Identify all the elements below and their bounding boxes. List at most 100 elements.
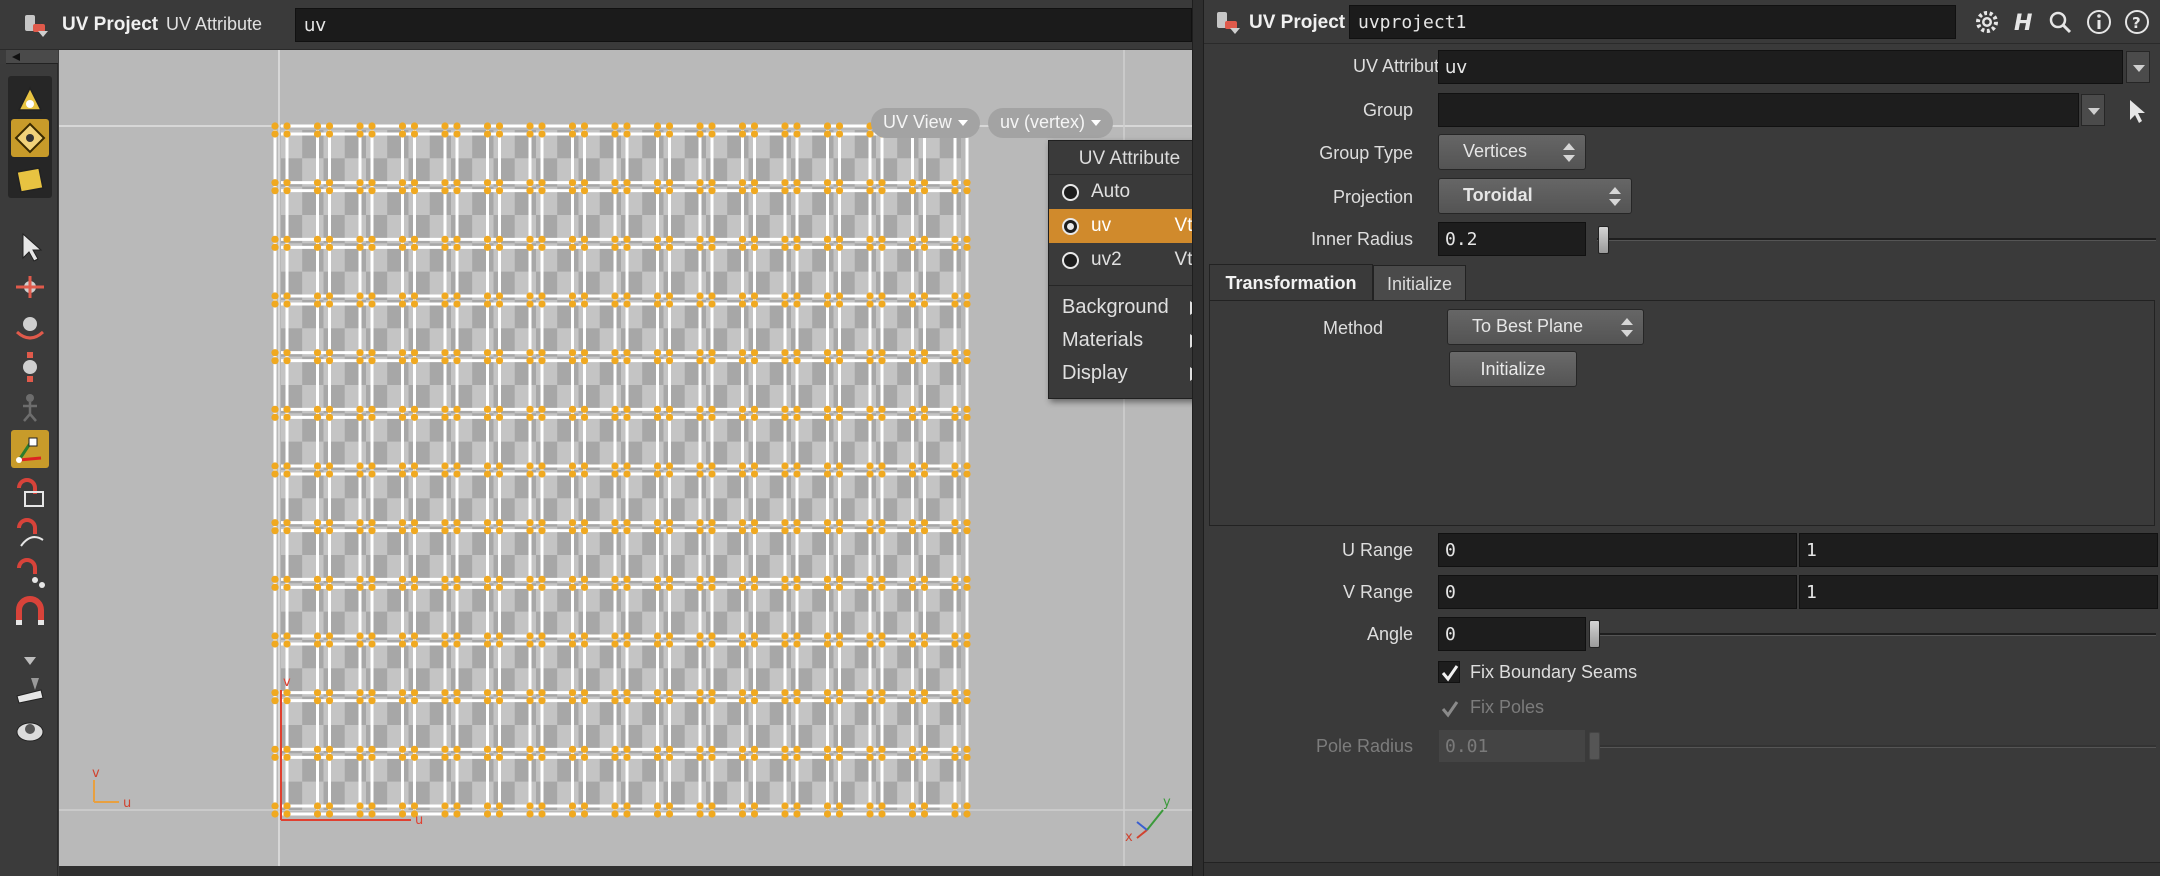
uv-point bbox=[611, 697, 619, 705]
uv-point bbox=[356, 413, 364, 421]
inner-radius-slider-track[interactable] bbox=[1597, 238, 2156, 241]
method-menu[interactable]: To Best Plane bbox=[1447, 309, 1644, 345]
u-range-max-field[interactable]: 1 bbox=[1799, 533, 2158, 567]
uv-point bbox=[356, 583, 364, 591]
submenu-materials[interactable]: Materials bbox=[1049, 323, 1192, 356]
uv-point bbox=[781, 179, 789, 187]
uv-attribute-dropdown[interactable] bbox=[2126, 51, 2150, 83]
help-icon[interactable]: ? bbox=[2123, 8, 2151, 36]
angle-slider-track[interactable] bbox=[1591, 633, 2156, 636]
uv-point bbox=[653, 802, 662, 810]
magnet-points-icon[interactable] bbox=[11, 554, 49, 592]
search-icon[interactable] bbox=[2046, 8, 2074, 36]
uv-point bbox=[538, 349, 546, 357]
uv-point bbox=[398, 689, 407, 697]
group-dropdown[interactable] bbox=[2081, 94, 2105, 126]
uv-point bbox=[653, 243, 662, 251]
uv-point bbox=[283, 575, 291, 583]
pane-splitter[interactable] bbox=[1192, 0, 1204, 876]
uv-attribute-menu-button[interactable]: uv (vertex) bbox=[988, 108, 1114, 138]
gear-icon[interactable] bbox=[1973, 8, 2001, 36]
scale-icon[interactable] bbox=[11, 348, 49, 386]
uv-flatten-icon[interactable] bbox=[11, 119, 49, 157]
menu-option-uv2[interactable]: uv2 Vtx bbox=[1049, 243, 1192, 277]
uv-point bbox=[526, 187, 534, 195]
uv-point bbox=[526, 243, 534, 251]
uv-point bbox=[623, 470, 631, 478]
uv-point bbox=[623, 243, 631, 251]
info-icon[interactable] bbox=[2085, 8, 2113, 36]
uv-point bbox=[325, 243, 334, 251]
uv-point bbox=[453, 745, 461, 753]
uv-attribute-field[interactable]: uv bbox=[1438, 50, 2123, 84]
uv-point bbox=[835, 243, 844, 251]
houdini-help-icon[interactable]: H bbox=[2010, 8, 2038, 36]
uv-point bbox=[920, 519, 929, 527]
uv-point bbox=[271, 130, 279, 138]
rotate-icon[interactable] bbox=[11, 308, 49, 346]
uv-grid-canvas[interactable]: vuvu yx bbox=[59, 50, 1192, 868]
uv-project-node-icon[interactable] bbox=[1214, 9, 1240, 35]
uv-point bbox=[920, 575, 929, 583]
v-range-min-field[interactable]: 0 bbox=[1438, 575, 1797, 609]
stamp-icon[interactable] bbox=[11, 670, 49, 708]
initialize-button[interactable]: Initialize bbox=[1449, 351, 1577, 387]
menu-option-auto[interactable]: Auto bbox=[1049, 175, 1192, 209]
uv-project-node-icon[interactable] bbox=[22, 12, 48, 38]
select-arrow-icon[interactable] bbox=[11, 228, 49, 266]
u-range-min-field[interactable]: 0 bbox=[1438, 533, 1797, 567]
uv-viewport[interactable]: vuvuyx UV View uv (vertex) UV Attribute … bbox=[59, 50, 1192, 868]
uv-view-menu-button[interactable]: UV View bbox=[871, 108, 980, 138]
tool-shelf bbox=[0, 64, 58, 876]
magnet-icon[interactable] bbox=[11, 594, 49, 632]
node-name-input[interactable]: uvproject1 bbox=[1349, 5, 1956, 39]
uv-point bbox=[878, 640, 886, 648]
uv-point bbox=[410, 243, 419, 251]
uv-point bbox=[568, 130, 577, 138]
uv-point bbox=[271, 689, 279, 697]
fix-boundary-seams-checkbox[interactable] bbox=[1438, 661, 1460, 683]
angle-slider-handle[interactable] bbox=[1589, 620, 1600, 648]
uv-point bbox=[738, 810, 747, 818]
uv-point bbox=[410, 527, 419, 535]
uv-point bbox=[653, 575, 662, 583]
uv-point bbox=[325, 527, 334, 535]
uv-point bbox=[653, 292, 662, 300]
render-icon[interactable] bbox=[11, 710, 49, 748]
select-arrow-icon[interactable] bbox=[2122, 96, 2150, 124]
uv-point bbox=[368, 745, 376, 753]
pose-icon[interactable] bbox=[11, 388, 49, 426]
handle-icon[interactable] bbox=[11, 430, 49, 468]
uv-point bbox=[580, 405, 589, 413]
uv-point bbox=[368, 405, 376, 413]
tab-initialize[interactable]: Initialize bbox=[1373, 265, 1466, 301]
more-tools-icon[interactable] bbox=[11, 642, 49, 665]
uv-point bbox=[483, 122, 492, 130]
uv-point bbox=[611, 462, 619, 470]
submenu-background[interactable]: Background bbox=[1049, 290, 1192, 323]
move-icon[interactable] bbox=[11, 268, 49, 306]
menu-option-uv[interactable]: uv Vtx bbox=[1049, 209, 1192, 243]
angle-field[interactable]: 0 bbox=[1438, 617, 1586, 651]
uv-point bbox=[623, 179, 631, 187]
inner-radius-field[interactable]: 0.2 bbox=[1438, 222, 1586, 256]
uv-point bbox=[483, 292, 492, 300]
inner-radius-slider-handle[interactable] bbox=[1598, 226, 1609, 254]
uv-point bbox=[696, 235, 704, 243]
v-range-max-field[interactable]: 1 bbox=[1799, 575, 2158, 609]
uv-layout-icon[interactable] bbox=[11, 160, 49, 198]
uv-point bbox=[665, 413, 674, 421]
uv-point bbox=[708, 802, 716, 810]
tab-transformation[interactable]: Transformation bbox=[1209, 264, 1373, 300]
uv-point bbox=[908, 292, 917, 300]
projection-menu[interactable]: Toroidal bbox=[1438, 178, 1632, 214]
uv-point bbox=[398, 519, 407, 527]
uv-attribute-input[interactable]: uv bbox=[295, 8, 1192, 42]
magnet-curve-icon[interactable] bbox=[11, 514, 49, 552]
uv-paint-icon[interactable] bbox=[11, 80, 49, 118]
submenu-display[interactable]: Display bbox=[1049, 356, 1192, 389]
magnet-box-icon[interactable] bbox=[11, 474, 49, 512]
group-type-menu[interactable]: Vertices bbox=[1438, 134, 1586, 170]
group-field[interactable] bbox=[1438, 93, 2079, 127]
collapse-toolbar-button[interactable] bbox=[6, 50, 58, 64]
